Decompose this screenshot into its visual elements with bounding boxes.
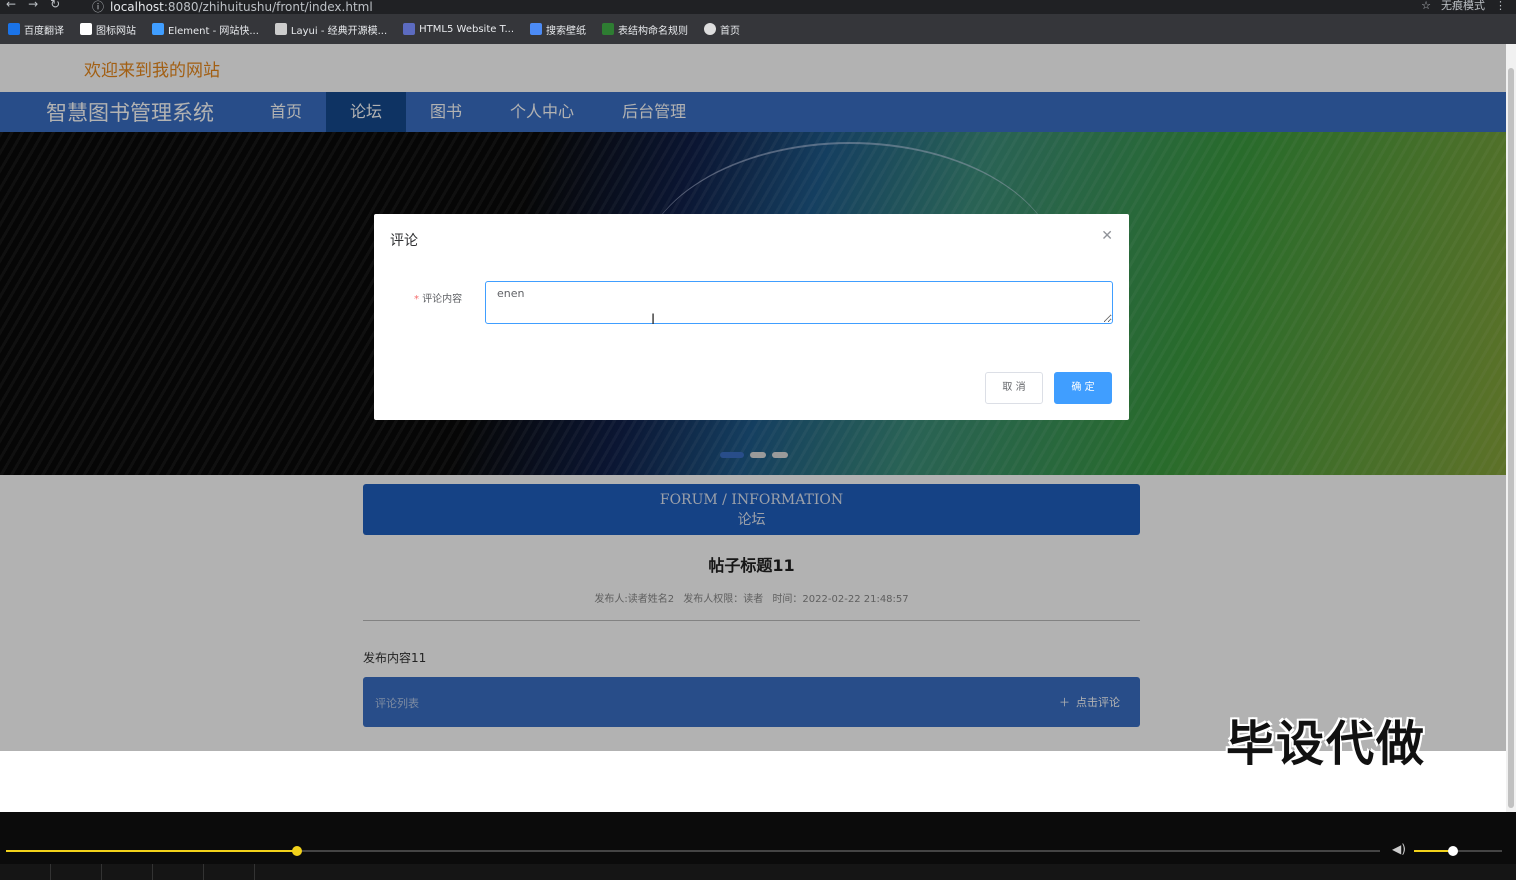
comment-dialog: 评论 ✕ * 评论内容 取 消 确 定: [374, 214, 1129, 420]
bookmark-label: Element - 网站快...: [168, 25, 259, 37]
bookmark-item[interactable]: 图标网站: [80, 22, 136, 37]
volume-fill: [1414, 850, 1453, 852]
volume-icon[interactable]: ◀): [1392, 842, 1406, 856]
volume-knob[interactable]: [1447, 846, 1458, 856]
web-page: 欢迎来到我的网站 智慧图书管理系统 首页 论坛 图书 个人中心 后台管理 FOR…: [0, 44, 1506, 812]
bookmark-icon: [152, 23, 164, 35]
watermark-text: 毕设代做: [1226, 716, 1427, 772]
strip-cell: [153, 864, 204, 880]
browser-nav: ← → ↻: [6, 0, 60, 11]
close-icon[interactable]: ✕: [1101, 228, 1113, 244]
progress-track[interactable]: [6, 846, 1380, 856]
video-player-controls: ◀): [0, 812, 1516, 880]
browser-toolbar: ← → ↻ ⓘ localhost:8080/zhihuitushu/front…: [0, 0, 1516, 14]
bookmark-icon: [403, 23, 416, 35]
comment-textarea[interactable]: [485, 281, 1113, 324]
bookmark-item[interactable]: HTML5 Website T...: [403, 23, 514, 35]
bookmark-item[interactable]: 百度翻译: [8, 22, 64, 37]
bookmark-label: Layui - 经典开源模...: [290, 25, 388, 37]
bookmark-label: 首页: [720, 25, 741, 37]
star-icon[interactable]: ☆: [1421, 0, 1431, 12]
back-icon[interactable]: ←: [6, 0, 16, 11]
browser-right: ☆ 无痕模式 ⋮: [1421, 0, 1506, 13]
menu-icon[interactable]: ⋮: [1495, 0, 1506, 12]
bookmark-icon: [530, 23, 543, 35]
bookmark-item[interactable]: 搜索壁纸: [530, 22, 586, 37]
bookmark-icon: [602, 23, 615, 35]
bookmark-item[interactable]: Element - 网站快...: [152, 22, 259, 37]
bookmark-label: 搜索壁纸: [546, 25, 587, 37]
url-host: localhost: [110, 0, 164, 14]
strip-cell: [102, 864, 153, 880]
dialog-title: 评论: [390, 233, 418, 249]
strip-cell: [0, 864, 51, 880]
text-cursor-icon: Ⅰ: [651, 312, 656, 328]
strip-cell: [204, 864, 255, 880]
bookmark-label: 表结构命名规则: [618, 25, 689, 37]
info-icon: ⓘ: [92, 0, 105, 14]
bookmark-item[interactable]: Layui - 经典开源模...: [274, 22, 388, 37]
address-bar[interactable]: ⓘ localhost:8080/zhihuitushu/front/index…: [92, 0, 373, 15]
bookmark-item[interactable]: 表结构命名规则: [602, 22, 688, 37]
page-scrollbar[interactable]: [1506, 44, 1516, 812]
strip-cell: [51, 864, 102, 880]
comment-field-label: * 评论内容: [414, 290, 462, 305]
incognito-label[interactable]: 无痕模式: [1441, 0, 1485, 13]
bookmark-label: 图标网站: [96, 25, 136, 37]
progress-fill: [6, 850, 298, 852]
comment-field-label-text: 评论内容: [422, 294, 463, 305]
bookmark-icon: [80, 23, 92, 35]
reload-icon[interactable]: ↻: [50, 0, 60, 11]
bookmark-item[interactable]: 首页: [704, 22, 740, 37]
bookmarks-bar: 百度翻译 图标网站 Element - 网站快... Layui - 经典开源模…: [0, 14, 1516, 44]
bookmark-icon: [274, 23, 287, 35]
required-mark: *: [414, 294, 423, 305]
cancel-button[interactable]: 取 消: [985, 372, 1043, 404]
url-path: :8080/zhihuitushu/front/index.html: [163, 0, 373, 14]
progress-knob[interactable]: [292, 846, 303, 856]
player-bottom-strip: [0, 864, 1516, 880]
bookmark-label: 百度翻译: [24, 25, 64, 37]
confirm-button[interactable]: 确 定: [1054, 372, 1112, 404]
volume-slider[interactable]: [1414, 846, 1502, 856]
bookmark-icon: [704, 23, 717, 35]
bookmark-label: HTML5 Website T...: [419, 23, 515, 35]
forward-icon[interactable]: →: [28, 0, 38, 11]
scrollbar-thumb[interactable]: [1508, 68, 1514, 808]
bookmark-icon: [8, 23, 20, 35]
